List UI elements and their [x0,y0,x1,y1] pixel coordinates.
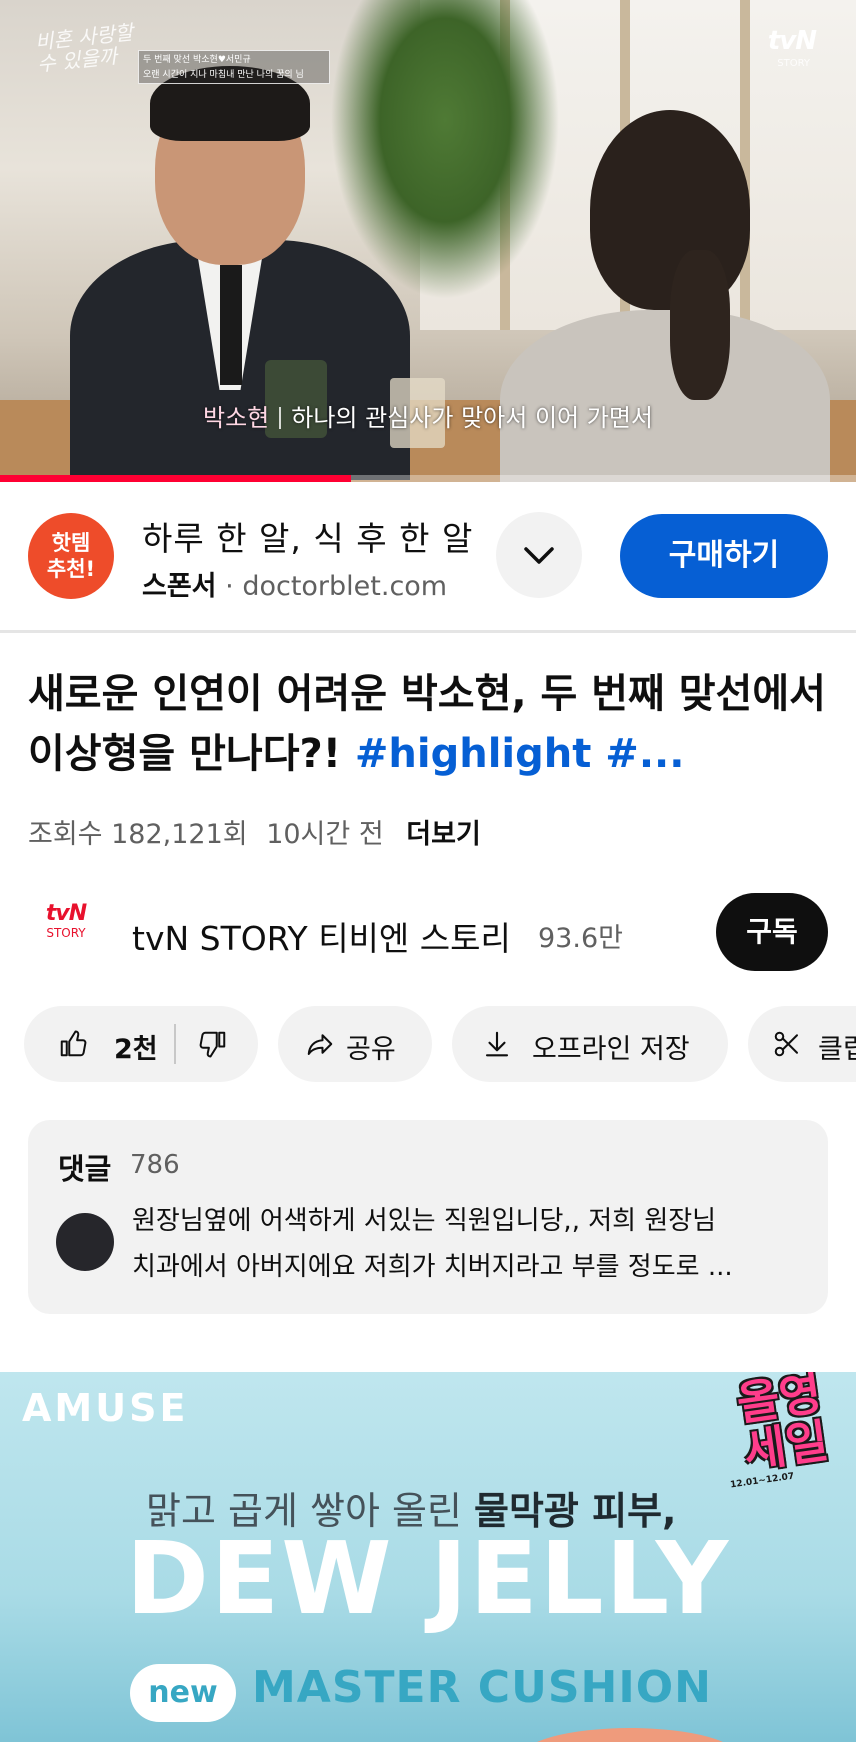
clip-button[interactable]: 클립 [748,1006,856,1082]
scissors-icon [774,1031,798,1057]
badge-line-2: 추천! [46,557,96,581]
chevron-down-icon [524,547,554,564]
video-hashtags[interactable]: #highlight #... [355,731,685,777]
top-comment: 원장님옆에 어색하게 서있는 직원입니당,, 저희 원장님 치과에서 아버지에요… [132,1198,812,1290]
ad-product-name: MASTER CUSHION [252,1662,712,1713]
channel-name[interactable]: tvN STORY 티비엔 스토리 [132,912,511,960]
thumbs-down-icon [199,1031,226,1058]
video-subtitle: 박소현 하나의 관심사가 맞아서 이어 가면서 [0,398,856,433]
progress-fill [0,475,351,482]
sponsor-label: 스폰서 [142,571,217,602]
video-player[interactable]: 비혼 사랑할 수 있을까 두 번째 맞선 박소현♥서민규 오랜 시간이 지나 마… [0,0,856,482]
comment-line-1: 원장님옆에 어색하게 서있는 직원입니당,, 저희 원장님 [132,1206,717,1236]
caption-line-2: 오랜 시간이 지나 마침내 만난 나의 꿈의 님 [143,70,304,80]
comments-card[interactable]: 댓글 786 원장님옆에 어색하게 서있는 직원입니당,, 저희 원장님 치과에… [28,1120,828,1314]
channel-avatar-sub: STORY [46,926,86,940]
sponsor-dot: · [225,571,234,602]
buy-button[interactable]: 구매하기 [620,514,828,598]
download-icon [485,1031,509,1057]
sponsor-meta: 스폰서 · doctorblet.com [142,564,447,603]
comment-line-2: 치과에서 아버지에요 저희가 치버지라고 부를 정도로 ... [132,1252,733,1282]
dislike-button[interactable] [176,1006,258,1082]
download-button[interactable]: 오프라인 저장 [452,1006,728,1082]
section-divider [0,630,856,633]
download-label: 오프라인 저장 [532,1034,690,1065]
sponsor-badge: 핫템 추천! [28,513,114,599]
upload-age: 10시간 전 [266,819,384,850]
clip-label: 클립 [818,1034,856,1065]
subscriber-count: 93.6만 [538,923,623,954]
channel-watermark-sub: STORY [777,58,810,69]
video-title[interactable]: 새로운 인연이 어려운 박소현, 두 번째 맞선에서 이상형을 만나다?! #h… [28,664,828,784]
share-icon [307,1034,333,1055]
subtitle-speaker: 박소현 [203,404,270,432]
comments-count: 786 [130,1150,180,1180]
subscribe-button[interactable]: 구독 [716,893,828,971]
caption-line-1: 두 번째 맞선 박소현♥서민규 [143,55,251,65]
thumbs-up-icon [60,1030,87,1057]
share-button[interactable]: 공유 [278,1006,432,1082]
more-link[interactable]: 더보기 [406,819,481,850]
new-badge: new [130,1664,236,1722]
subtitle-separator [279,407,282,429]
like-dislike-chip: 2천 [24,1006,258,1082]
sponsor-card[interactable]: 핫템 추천! 하루 한 알, 식 후 한 알 스폰서 · doctorblet.… [0,482,856,630]
ad-brand: AMUSE [22,1386,189,1430]
channel-avatar[interactable]: tvN STORY [30,902,102,964]
progress-bar[interactable] [0,475,856,482]
ad-banner[interactable]: AMUSE 올영 세일 12.01~12.07 맑고 곱게 쌓아 올린 물막광 … [0,1372,856,1742]
share-label: 공유 [346,1034,396,1065]
action-bar: 2천 공유 오프라인 저장 클립 [0,1006,856,1082]
product-image [520,1728,740,1742]
channel-row[interactable]: tvN STORY tvN STORY 티비엔 스토리 93.6만 구독 [0,888,856,978]
badge-line-1: 핫템 [51,531,91,555]
ad-headline: DEW JELLY [125,1520,731,1637]
sponsor-title: 하루 한 알, 식 후 한 알 [142,519,474,558]
expand-button[interactable] [496,512,582,598]
commenter-avatar [56,1213,114,1271]
channel-watermark: tvN [767,26,817,56]
like-button[interactable]: 2천 [24,1006,174,1082]
comments-header: 댓글 [58,1152,112,1186]
view-count: 조회수 182,121회 [28,819,248,850]
sponsor-domain: doctorblet.com [242,571,448,602]
episode-caption-box: 두 번째 맞선 박소현♥서민규 오랜 시간이 지나 마침내 만난 나의 꿈의 님 [138,50,330,84]
channel-avatar-logo: tvN [45,901,87,926]
like-count: 2천 [114,1034,158,1065]
video-meta[interactable]: 조회수 182,121회 10시간 전 더보기 [28,812,481,851]
subtitle-text: 하나의 관심사가 맞아서 이어 가면서 [291,404,653,432]
